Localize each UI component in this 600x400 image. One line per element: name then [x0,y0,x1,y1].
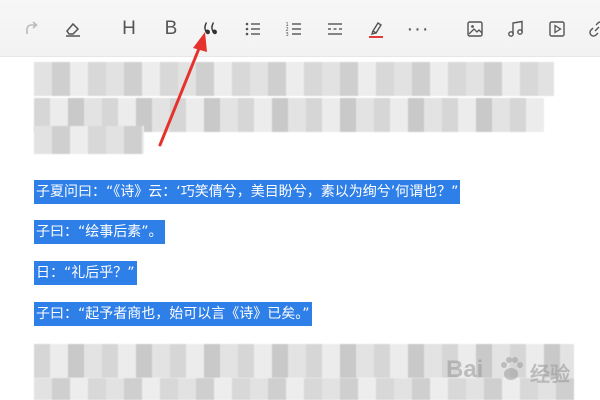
image-icon[interactable] [462,16,488,42]
bold-label: B [164,18,178,39]
numbered-list-icon[interactable]: 123 [281,16,307,42]
eraser-icon[interactable] [60,16,86,42]
music-icon[interactable] [503,16,529,42]
link-icon[interactable] [584,16,600,42]
blurred-text [34,344,574,378]
editor-content[interactable]: 子夏问曰：“《诗》云：‘巧笑倩兮，美目盼兮，素以为绚兮’何谓也？” 子曰：“绘事… [0,56,600,400]
more-button[interactable]: ··· [405,16,431,42]
divider-icon[interactable] [322,16,348,42]
selected-line[interactable]: 子曰：“绘事后素”。 [34,220,165,244]
redo-icon[interactable] [18,16,44,42]
editor-toolbar: H B 123 ··· [0,0,600,57]
highlight-icon[interactable] [363,16,389,42]
heading-button[interactable]: H [116,16,142,42]
blurred-text [34,378,574,400]
blurred-text [34,62,554,96]
heading-label: H [122,18,136,39]
blurred-text [34,126,144,154]
svg-text:3: 3 [286,32,289,38]
bold-button[interactable]: B [158,16,184,42]
blockquote-icon[interactable] [198,16,224,42]
video-icon[interactable] [544,16,570,42]
bullet-list-icon[interactable] [240,16,266,42]
selected-line[interactable]: 子夏问曰：“《诗》云：‘巧笑倩兮，美目盼兮，素以为绚兮’何谓也？” [34,180,461,204]
selected-line[interactable]: 子曰：“起予者商也，始可以言《诗》已矣。” [34,302,312,326]
more-label: ··· [406,17,430,40]
selected-line[interactable]: 日：“礼后乎？” [34,261,137,285]
